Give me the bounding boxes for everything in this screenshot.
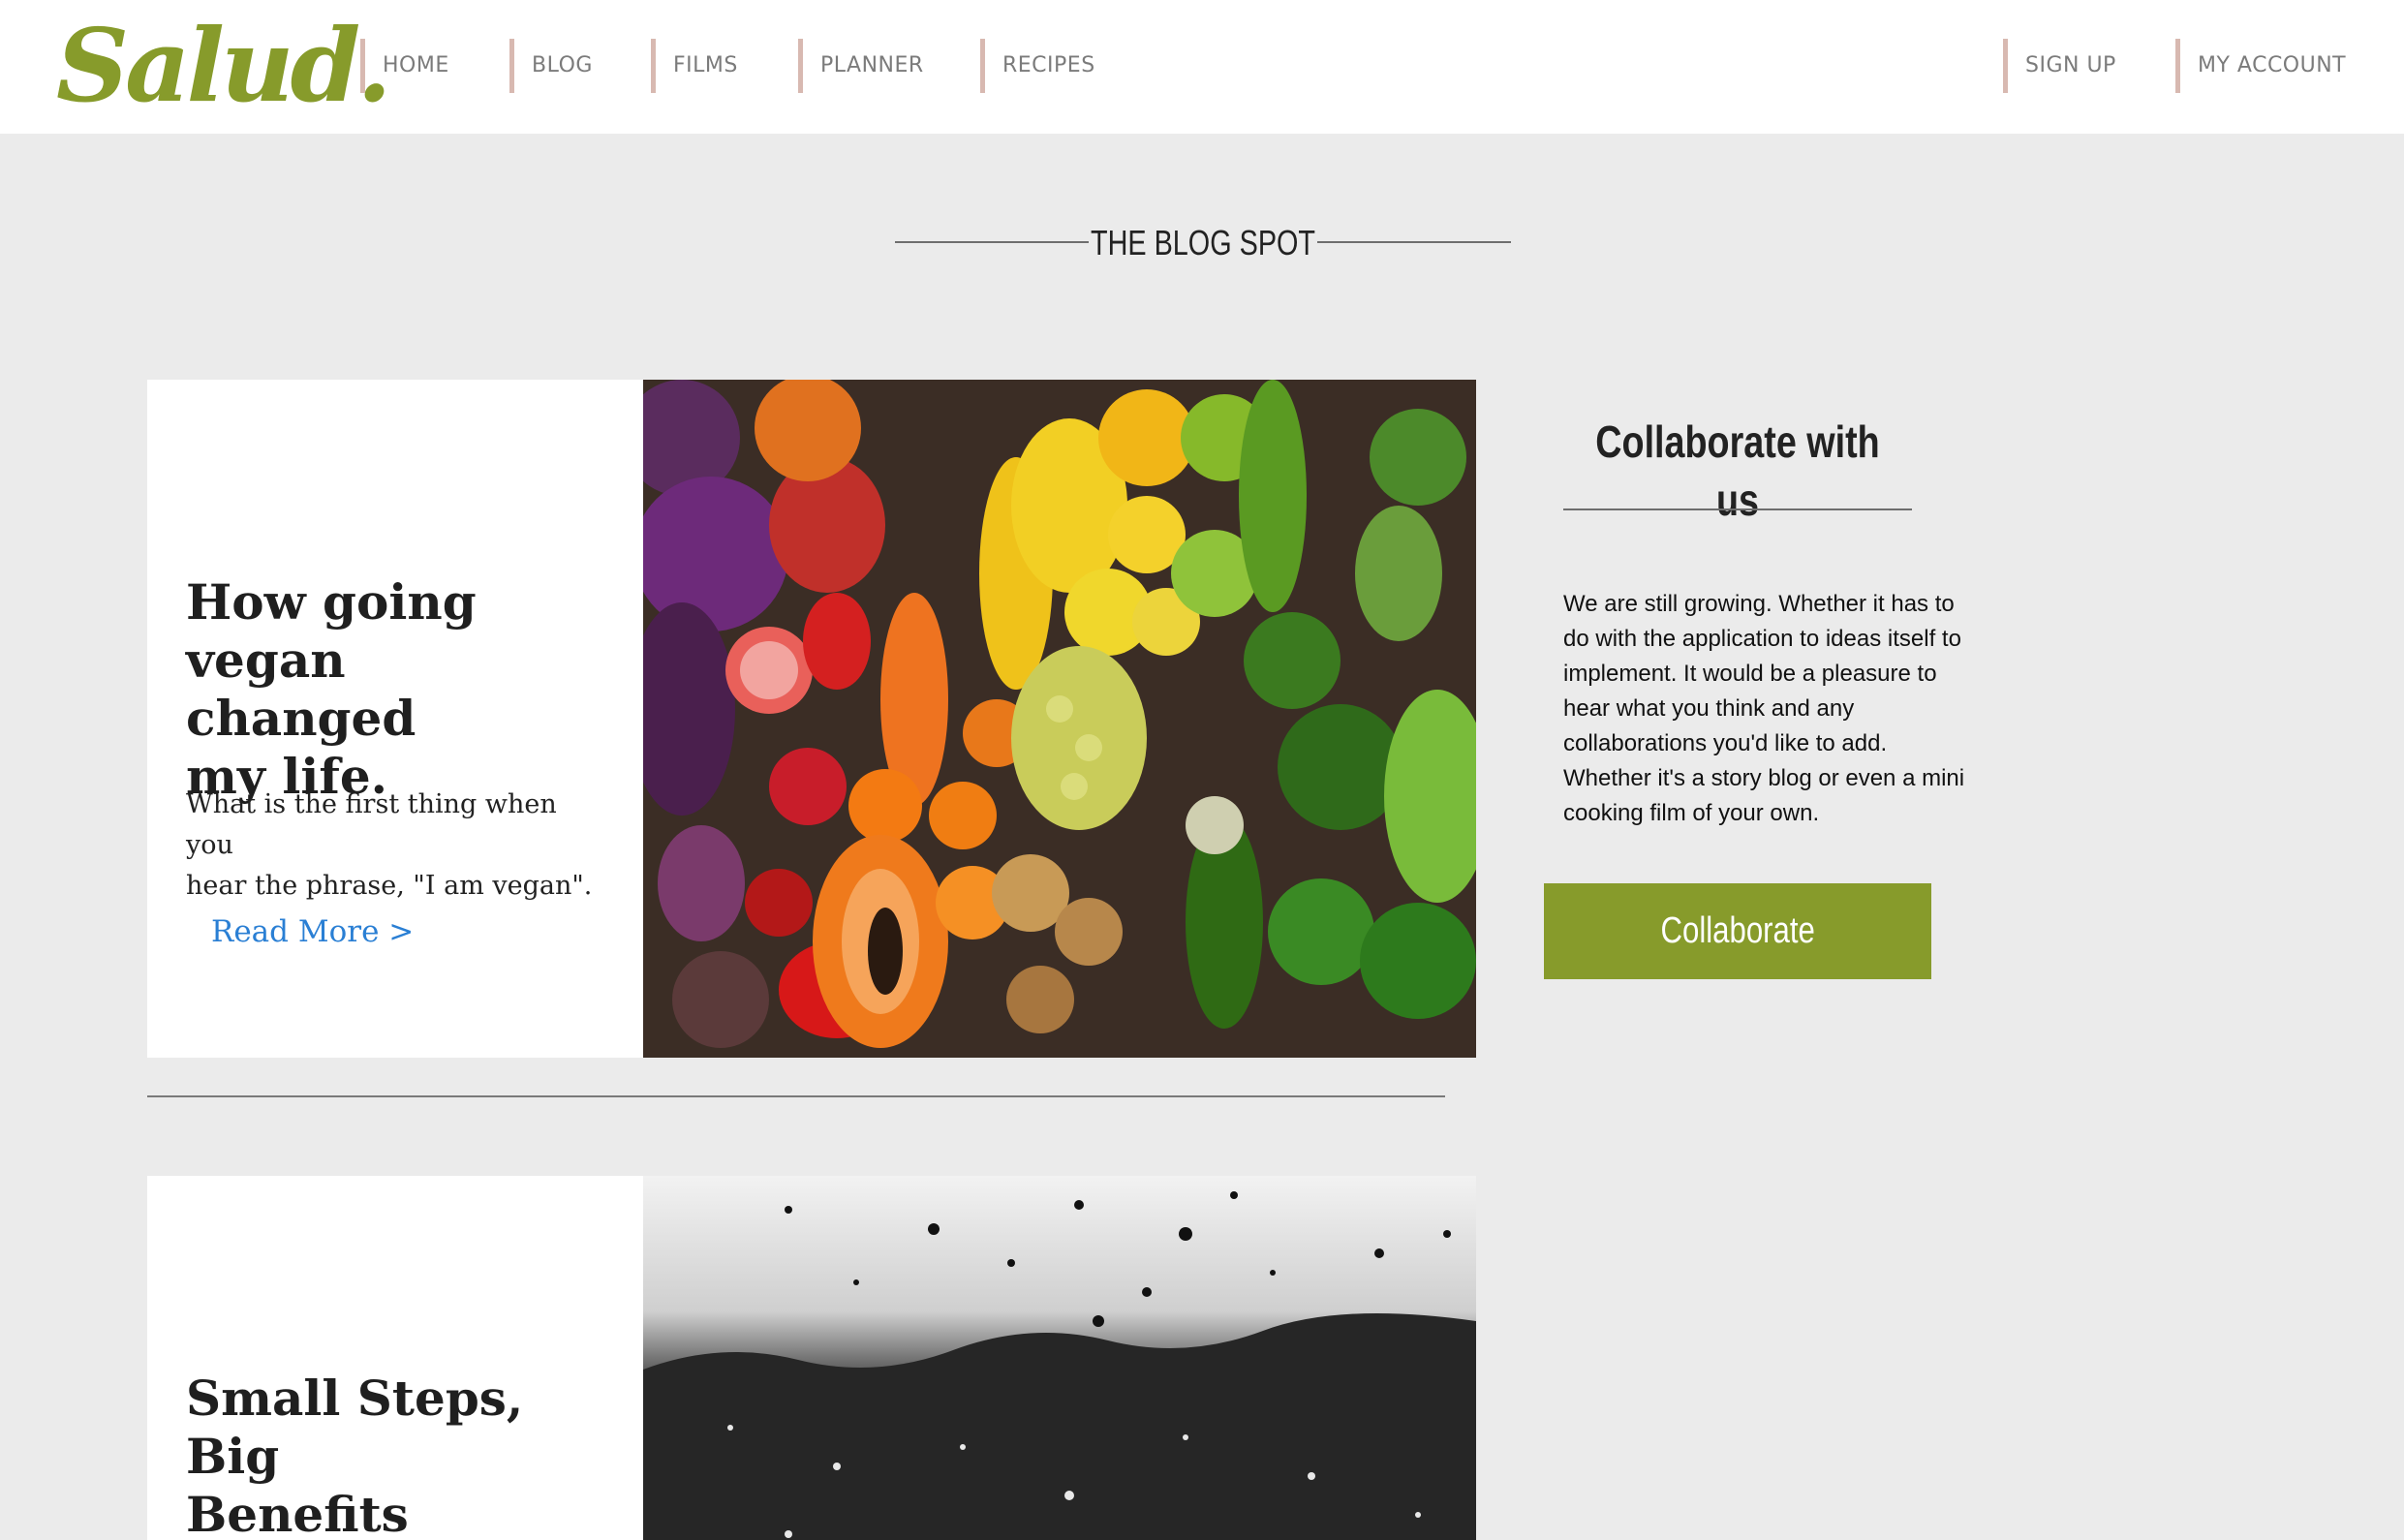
- nav-my-account[interactable]: MY ACCOUNT: [2175, 39, 2346, 93]
- sidebar-text-line: cooking film of your own.: [1563, 800, 1820, 826]
- blog-post-title-line: Benefits: [186, 1486, 409, 1540]
- sidebar-text-line: implement. It would be a pleasure to: [1563, 661, 1937, 687]
- vegetables-image[interactable]: [643, 380, 1476, 1058]
- blog-post-title[interactable]: Small Steps, Big Benefits: [186, 1370, 612, 1540]
- excerpt-line: hear the phrase, "I am vegan".: [186, 871, 593, 901]
- nav-home[interactable]: HOME: [360, 39, 449, 93]
- nav-films[interactable]: FILMS: [651, 39, 738, 93]
- sidebar-text-line: do with the application to ideas itself …: [1563, 626, 1961, 652]
- collaborate-button-label: Collaborate: [1660, 910, 1815, 951]
- blog-post-title-line: How going vegan: [186, 573, 477, 689]
- sidebar-text-line: collaborations you'd like to add.: [1563, 730, 1888, 756]
- nav-recipes[interactable]: RECIPES: [980, 39, 1095, 93]
- rain-window-illustration: [643, 1176, 1476, 1540]
- nav-sign-up[interactable]: SIGN UP: [2003, 39, 2116, 93]
- sidebar-text-line: We are still growing. Whether it has to: [1563, 591, 1955, 617]
- sidebar-text-line: hear what you think and any: [1563, 695, 1855, 722]
- blog-post-card: Small Steps, Big Benefits: [147, 1176, 1476, 1540]
- blog-post-title[interactable]: How going vegan changed my life.: [186, 573, 612, 806]
- sidebar-title: Collaborate with us: [1595, 416, 1880, 525]
- blog-post-text: How going vegan changed my life. What is…: [147, 380, 643, 1058]
- collaborate-button[interactable]: Collaborate: [1544, 883, 1931, 979]
- nav-planner[interactable]: PLANNER: [798, 39, 924, 93]
- top-navbar: Salud. HOME BLOG FILMS PLANNER RECIPES S…: [0, 0, 2404, 134]
- vegetables-illustration: [643, 380, 1476, 1058]
- excerpt-line: What is the first thing when you: [186, 789, 557, 860]
- sidebar-title-underline: [1563, 508, 1912, 510]
- blog-post-excerpt: What is the first thing when you hear th…: [186, 785, 612, 907]
- blog-post-text: Small Steps, Big Benefits: [147, 1176, 643, 1540]
- post-divider: [147, 1095, 1445, 1097]
- blog-post-title-line: changed: [186, 690, 416, 747]
- sidebar-text-line: Whether it's a story blog or even a mini: [1563, 765, 1965, 791]
- sidebar-text: We are still growing. Whether it has to …: [1563, 587, 1970, 831]
- nav-blog[interactable]: BLOG: [509, 39, 593, 93]
- section-heading: THE BLOG SPOT: [895, 221, 1511, 269]
- section-title: THE BLOG SPOT: [1090, 223, 1316, 262]
- salud-logo[interactable]: Salud.: [56, 8, 392, 124]
- rain-window-image[interactable]: [643, 1176, 1476, 1540]
- blog-post-title-line: Small Steps, Big: [186, 1370, 524, 1485]
- blog-post-card: How going vegan changed my life. What is…: [147, 380, 1476, 1058]
- page: Salud. HOME BLOG FILMS PLANNER RECIPES S…: [0, 0, 2404, 1540]
- read-more-link[interactable]: Read More >: [211, 914, 414, 949]
